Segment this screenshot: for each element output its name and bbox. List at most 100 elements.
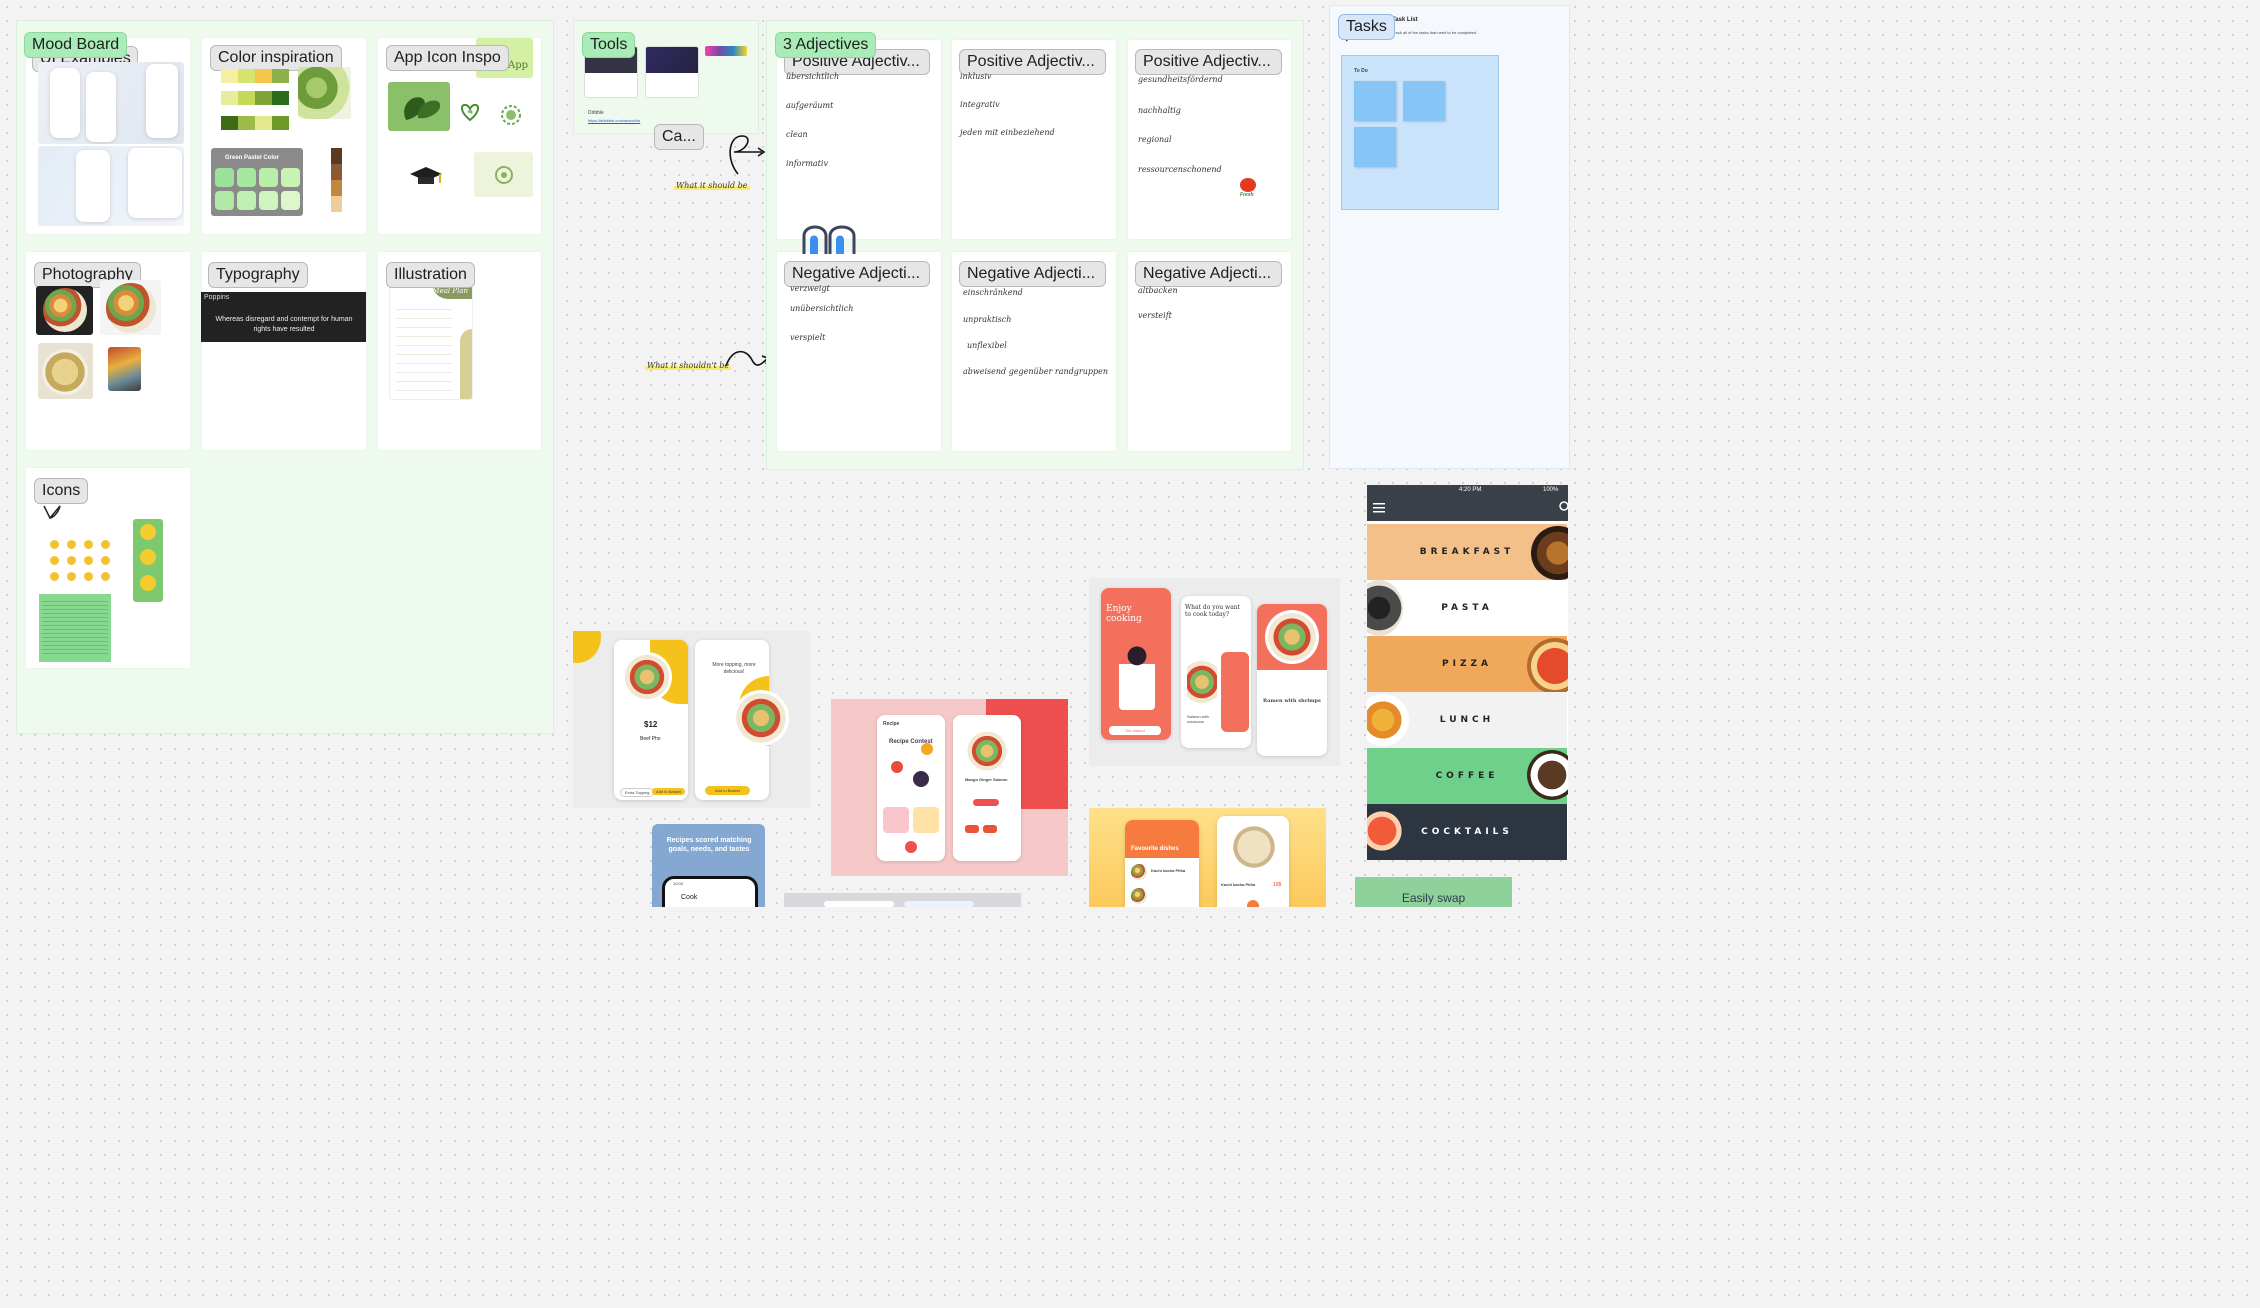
kachi-cart-btn[interactable] bbox=[1247, 900, 1259, 907]
mood-board-label[interactable]: Mood Board bbox=[24, 32, 128, 58]
enjoy-cooking-phone-3: Ramen with shrimps bbox=[1257, 604, 1327, 756]
negative-word: verzweigt bbox=[790, 284, 830, 293]
beef-pho-yellow-blob bbox=[573, 631, 601, 663]
color-swatch bbox=[272, 91, 289, 105]
menu-row-pizza[interactable]: PIZZA bbox=[1367, 636, 1568, 694]
illustration-label[interactable]: Illustration bbox=[386, 262, 475, 288]
ui-example-phone bbox=[50, 68, 80, 138]
typography-label[interactable]: Typography bbox=[208, 262, 308, 288]
recipes-scored-cook: Cook bbox=[681, 894, 698, 901]
negative-label-2[interactable]: Negative Adjecti... bbox=[959, 261, 1106, 287]
todo-title: To Do bbox=[1354, 68, 1368, 74]
menu-row-cocktails[interactable]: COCKTAILS bbox=[1367, 804, 1567, 860]
beef-pho-topping-title: More topping, more delicious! bbox=[712, 662, 756, 675]
color-swatch bbox=[238, 69, 255, 83]
leaf-app-icon bbox=[388, 82, 450, 131]
food-icon bbox=[67, 556, 76, 565]
photo-dish bbox=[43, 288, 87, 332]
recipes-scored-shot[interactable]: Recipes scored matching goals, needs, an… bbox=[652, 824, 765, 907]
kachi-plate bbox=[1225, 818, 1283, 876]
recipe-contest-shot[interactable]: Recipe Recipe Contest Mango Ginger Salmo… bbox=[831, 699, 1068, 876]
food-icon bbox=[101, 556, 110, 565]
mango-salmon-plate bbox=[965, 729, 1009, 773]
snippet-pill bbox=[824, 901, 894, 907]
vegan-badge-icon bbox=[140, 549, 156, 565]
palette-swatch bbox=[237, 191, 256, 210]
negative-word: unflexibel bbox=[967, 341, 1007, 350]
adjectives-label[interactable]: 3 Adjectives bbox=[775, 32, 877, 58]
positive-word: clean bbox=[786, 130, 808, 139]
note-what-it-shouldnt-be[interactable]: What it shouldn't be bbox=[645, 361, 732, 370]
beef-pho-add-btn-2[interactable]: Add to Basket bbox=[705, 786, 750, 795]
note-what-it-should-be[interactable]: What it should be bbox=[674, 181, 750, 190]
recipe-contest-phone-2: Mango Ginger Salmon bbox=[953, 715, 1021, 861]
recipe-contest-phone-1: Recipe Recipe Contest bbox=[877, 715, 945, 861]
negative-word: unpraktisch bbox=[963, 315, 1012, 324]
todo-sticky-note[interactable] bbox=[1403, 81, 1445, 121]
menu-dish-image bbox=[1367, 580, 1403, 636]
dribble-link[interactable]: https://dribbble.com/search/le bbox=[588, 118, 640, 123]
positive-label-3[interactable]: Positive Adjectiv... bbox=[1135, 49, 1282, 75]
icons-text-note bbox=[39, 594, 111, 662]
tools-label[interactable]: Tools bbox=[582, 32, 636, 58]
ui-example-phone bbox=[86, 72, 116, 142]
enjoy-cooking-phone-2: What do you want to cook today? Salmon w… bbox=[1181, 596, 1251, 748]
menu-dish-image bbox=[1527, 750, 1568, 800]
app-icon-app-text: App bbox=[507, 60, 528, 71]
negative-label-3[interactable]: Negative Adjecti... bbox=[1135, 261, 1282, 287]
positive-word: übersichtlich bbox=[786, 72, 840, 81]
sushi-icon bbox=[983, 825, 997, 833]
menu-row-lunch[interactable]: LUNCH bbox=[1367, 692, 1567, 748]
vegan-badge-icon bbox=[140, 524, 156, 540]
positive-word: gesundheitsfördernd bbox=[1138, 75, 1223, 84]
mango-salmon-btn[interactable] bbox=[973, 799, 999, 806]
color-swatch bbox=[272, 116, 289, 130]
favourite-dish-kachi: Kachi kacha Pitha bbox=[1151, 868, 1186, 873]
contest-card bbox=[913, 807, 939, 833]
food-icon bbox=[50, 556, 59, 565]
beef-pho-bowl-2 bbox=[733, 690, 789, 746]
salmon-title: Salmon with couscous bbox=[1187, 714, 1209, 724]
beef-pho-price: $12 bbox=[644, 720, 658, 729]
photo-rice-bowl bbox=[100, 280, 161, 335]
food-icon bbox=[67, 572, 76, 581]
tools-sub-label[interactable]: Ca... bbox=[654, 124, 704, 150]
menu-row-breakfast[interactable]: BREAKFAST bbox=[1367, 524, 1568, 580]
menu-dish-image bbox=[1367, 806, 1407, 856]
tasks-label[interactable]: Tasks bbox=[1338, 14, 1395, 40]
menu-row-coffee[interactable]: COFFEE bbox=[1367, 748, 1568, 804]
app-icon-inspo-label[interactable]: App Icon Inspo bbox=[386, 45, 509, 71]
easily-swap-text: Easily swap bbox=[1401, 891, 1466, 905]
hamburger-menu-icon[interactable] bbox=[1373, 503, 1385, 513]
color-swatch bbox=[221, 91, 238, 105]
beef-pho-extra-btn[interactable]: Extra Topping bbox=[620, 788, 655, 797]
green-palette-image: Green Pastel Color bbox=[211, 148, 303, 216]
beef-pho-add-btn[interactable]: Add to Basket bbox=[652, 788, 685, 795]
ui-example-phone bbox=[76, 150, 110, 222]
enjoy-cooking-start-btn[interactable]: Get started bbox=[1109, 726, 1161, 735]
favourite-dishes-shot[interactable]: Favourite dishes Kachi kacha Pitha Kachi… bbox=[1089, 808, 1326, 907]
palette-swatch bbox=[259, 191, 278, 210]
contest-fab[interactable] bbox=[905, 841, 917, 853]
icons-text-lines bbox=[42, 598, 108, 656]
color-swatch bbox=[255, 91, 272, 105]
green-tomatoes-image bbox=[298, 67, 351, 119]
negative-word: abweisend gegenüber randgruppen bbox=[963, 367, 1109, 376]
enjoy-cooking-shot[interactable]: Enjoy cooking Get started What do you wa… bbox=[1089, 578, 1340, 766]
enjoy-cooking-question: What do you want to cook today? bbox=[1185, 604, 1241, 618]
favourite-header bbox=[1125, 820, 1199, 858]
salmon-red-card bbox=[1221, 652, 1249, 732]
positive-word: aufgeräumt bbox=[786, 101, 834, 110]
todo-sticky-note[interactable] bbox=[1354, 81, 1396, 121]
positive-word: jeden mit einbeziehend bbox=[960, 128, 1055, 137]
task-list-title: Task List bbox=[1392, 17, 1418, 23]
beef-pho-shot[interactable]: $12 Beef Pho Extra Topping Add to Basket… bbox=[573, 631, 810, 808]
icons-label[interactable]: Icons bbox=[34, 478, 89, 504]
todo-sticky-note[interactable] bbox=[1354, 127, 1396, 167]
menu-categories-shot[interactable]: 4:20 PM 100% BREAKFAST PASTA PIZZA LUNCH… bbox=[1367, 485, 1568, 860]
easily-swap-shot[interactable]: Easily swap bbox=[1355, 877, 1512, 907]
beef-pho-bowl bbox=[622, 652, 672, 702]
menu-row-pasta[interactable]: PASTA bbox=[1367, 580, 1567, 636]
search-icon[interactable] bbox=[1559, 501, 1568, 513]
favourite-phone-2: Kachi kacha Pitha 10$ bbox=[1217, 816, 1289, 907]
